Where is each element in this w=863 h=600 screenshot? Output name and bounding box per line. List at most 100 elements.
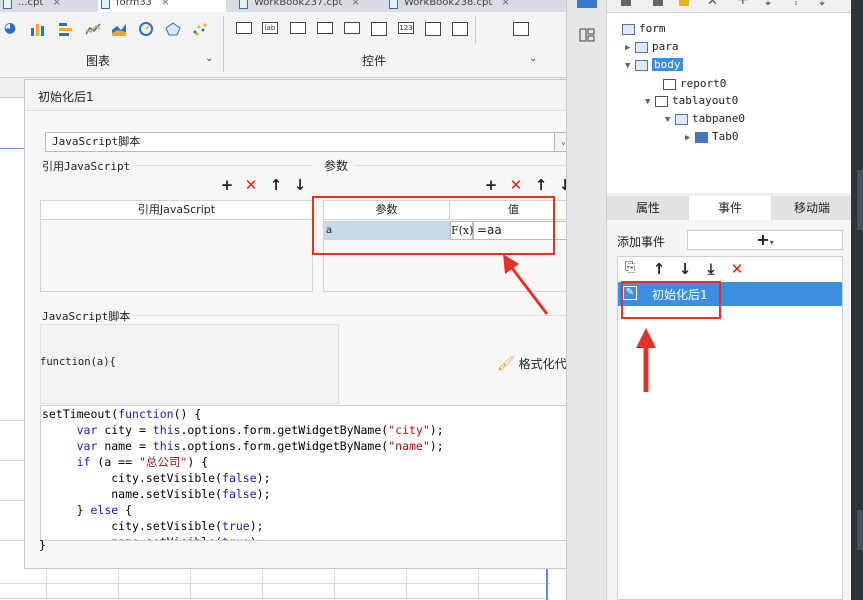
annotation-box (621, 281, 721, 319)
annotation-arrow (636, 328, 656, 392)
tree-node-tabpane0[interactable]: ▼ tabpane0 (665, 112, 745, 127)
section-divider (355, 165, 577, 166)
code-line: name.setVisible(true); (42, 534, 577, 540)
file-tab[interactable]: WorkBook238.cpt × (386, 0, 510, 12)
move-bottom-icon[interactable]: ⤓ (703, 261, 719, 277)
search-widget-icon[interactable] (513, 22, 529, 36)
tabpane-icon (675, 113, 688, 125)
grid-line (478, 569, 479, 600)
tree-node-tablayout0[interactable]: ▼ tablayout0 (645, 94, 738, 109)
annotation-box (312, 196, 555, 255)
close-icon[interactable]: × (351, 0, 359, 8)
code-token: this (152, 423, 181, 437)
move-up-icon[interactable]: ⇡ (791, 0, 801, 8)
layout-icon[interactable] (579, 28, 595, 42)
delete-icon[interactable]: ✕ (729, 261, 745, 277)
ref-js-section-label: 引用JavaScript (42, 160, 131, 173)
file-tab[interactable]: WorkBook237.cpt × (236, 0, 360, 12)
grid-line (334, 569, 335, 600)
chart-group-label: 图表 (86, 54, 111, 68)
desktop-edge-detail (857, 510, 863, 550)
file-icon (389, 0, 398, 9)
tab-events[interactable]: 事件 (689, 196, 771, 220)
chevron-down-icon[interactable]: ⌄ (205, 53, 213, 64)
copy-icon[interactable]: ⎘ (625, 260, 635, 275)
tree-node-para[interactable]: ▶ para (625, 40, 679, 55)
code-editor[interactable]: setTimeout(function() { var city = this.… (40, 405, 578, 541)
tree-node-label: form (639, 22, 666, 35)
paste-icon[interactable] (653, 0, 663, 6)
code-token: "name" (388, 439, 430, 453)
expand-icon[interactable]: ▶ (625, 41, 635, 55)
panel-toggle-icon[interactable] (577, 0, 597, 8)
copy-icon[interactable] (621, 0, 631, 6)
tablayout-icon (655, 95, 668, 107)
form-file-icon (101, 0, 110, 9)
number-widget-icon[interactable]: 123 (398, 22, 414, 34)
move-up-icon[interactable]: ↑ (268, 177, 284, 193)
move-down-icon[interactable]: ⇣ (817, 0, 827, 8)
line-chart-icon[interactable] (85, 22, 101, 36)
code-token: "总公司" (138, 455, 188, 469)
gauge-chart-icon[interactable] (138, 22, 154, 36)
file-tab[interactable]: form33 × (98, 0, 170, 12)
column-chart-icon[interactable] (58, 22, 74, 36)
tab-mobile[interactable]: 移动端 (771, 196, 853, 220)
list-widget-icon[interactable] (452, 22, 468, 36)
close-icon[interactable]: × (501, 0, 509, 8)
radar-chart-icon[interactable] (165, 22, 181, 36)
label-widget-icon[interactable]: lab (262, 22, 278, 34)
move-down-icon[interactable]: ↓ (292, 177, 308, 193)
delete-icon[interactable]: ✕ (508, 177, 524, 193)
brush-icon: 🖌 (497, 356, 515, 372)
annotation-arrow (503, 254, 549, 315)
pie-chart-icon[interactable]: ◕ (2, 20, 18, 36)
dialog-body: JavaScript脚本 ⌄ 引用JavaScript + ✕ ↑ ↓ 引用Ja… (25, 110, 593, 568)
tab-properties[interactable]: 属性 (607, 196, 689, 220)
tree-node-tab0[interactable]: ▶ Tab0 (685, 130, 739, 145)
table-widget-icon[interactable] (371, 22, 387, 36)
close-icon[interactable]: × (53, 0, 61, 8)
script-type-select[interactable]: JavaScript脚本 ⌄ (45, 132, 573, 152)
widget-group-label: 控件 (362, 54, 387, 68)
combo-widget-icon[interactable] (317, 22, 333, 34)
code-token: false (222, 487, 257, 501)
ref-js-column-header: 引用JavaScript (41, 201, 312, 220)
add-icon[interactable]: + (737, 0, 749, 8)
bar-chart-icon[interactable] (30, 22, 46, 36)
delete-icon[interactable]: ✕ (243, 177, 259, 193)
scatter-chart-icon[interactable] (192, 22, 208, 36)
move-down-icon[interactable]: ⇣ (763, 0, 773, 8)
button-widget-icon[interactable] (236, 22, 252, 34)
expand-icon[interactable]: ▶ (685, 131, 695, 145)
section-divider (133, 165, 313, 166)
code-line: setTimeout(function() { (42, 407, 202, 421)
close-icon[interactable]: × (161, 0, 169, 8)
checkbox-widget-icon[interactable] (344, 22, 360, 34)
move-up-icon[interactable]: ↑ (651, 261, 667, 277)
tree-node-report0[interactable]: report0 (663, 77, 726, 91)
chevron-down-icon[interactable]: ⌄ (529, 53, 537, 64)
grid-line (0, 540, 24, 541)
collapse-icon[interactable]: ▼ (665, 113, 675, 127)
collapse-icon[interactable]: ▼ (625, 59, 635, 73)
tree-node-label: para (652, 40, 679, 53)
form-icon (622, 23, 635, 35)
move-up-icon[interactable]: ↑ (533, 177, 549, 193)
tree-node-form[interactable]: form (622, 22, 666, 36)
tree-node-body[interactable]: ▼ body (625, 58, 683, 73)
add-icon[interactable]: + (483, 177, 499, 193)
area-chart-icon[interactable] (111, 22, 127, 36)
ribbon-toolbar: ◕ 图表 ⌄ lab 123 控件 ⌄ (0, 12, 566, 78)
textarea-widget-icon[interactable] (425, 22, 441, 36)
collapse-icon[interactable]: ▼ (645, 95, 655, 109)
file-icon (3, 0, 12, 9)
cut-icon[interactable] (679, 0, 689, 6)
text-widget-icon[interactable] (290, 22, 306, 34)
move-down-icon[interactable]: ↓ (677, 261, 693, 277)
add-icon[interactable]: + (219, 177, 235, 193)
delete-icon[interactable]: ✕ (707, 0, 718, 9)
add-event-dropdown[interactable]: +▾ (687, 230, 843, 250)
ref-js-table[interactable]: 引用JavaScript (40, 200, 313, 292)
file-tab[interactable]: ...cpt × (0, 0, 61, 12)
